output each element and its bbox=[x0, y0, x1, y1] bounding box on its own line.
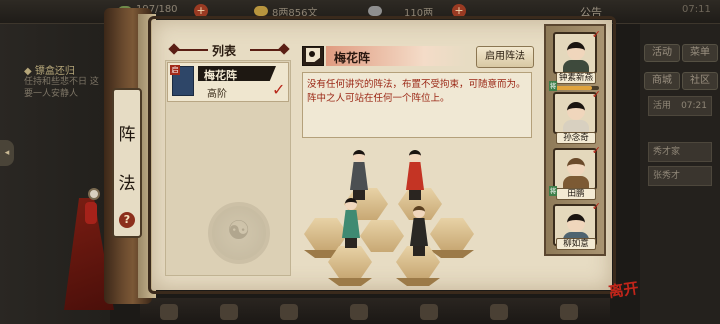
roster-name: 田鹏 bbox=[556, 188, 596, 200]
bottom-icon[interactable] bbox=[280, 304, 298, 320]
menu-button[interactable]: 菜单 bbox=[682, 44, 718, 62]
clock: 07:11 bbox=[682, 4, 711, 15]
formation-name: 梅花阵 bbox=[334, 51, 371, 65]
quest-text: 任持和些悲不日 这要一人安静人 bbox=[24, 77, 99, 99]
shop-button[interactable]: 商城 bbox=[644, 72, 680, 90]
community-button[interactable]: 社区 bbox=[682, 72, 718, 90]
hero-figure[interactable] bbox=[348, 150, 370, 200]
coin-icon bbox=[254, 6, 268, 16]
list-item-grade: 高阶 bbox=[207, 89, 227, 100]
silver-icon bbox=[368, 6, 382, 16]
roster-name: 孙念奇 bbox=[556, 132, 596, 144]
tab-char: 法 bbox=[118, 174, 136, 194]
tab-char: 阵 bbox=[118, 125, 136, 145]
taiji-icon: ☯ bbox=[208, 202, 270, 264]
status-bar-label: 活用 bbox=[653, 101, 672, 111]
formation-book-icon: 启 bbox=[170, 65, 194, 96]
roster-name: 钟素新燕 bbox=[556, 72, 596, 84]
quest-title[interactable]: ◆ 镖盒还归 bbox=[24, 62, 75, 77]
bottom-icon[interactable] bbox=[420, 304, 438, 320]
roster-entry-label: 张秀才 bbox=[653, 171, 681, 181]
checkmark-icon: ✓ bbox=[272, 80, 286, 99]
bottom-icon[interactable] bbox=[160, 304, 178, 320]
activity-button[interactable]: 活动 bbox=[644, 44, 680, 62]
side-expand-icon[interactable]: ◂ bbox=[0, 140, 14, 166]
hero-figure[interactable] bbox=[340, 198, 362, 248]
hero-figure[interactable] bbox=[408, 206, 430, 256]
leave-button[interactable]: 离开 bbox=[606, 279, 645, 320]
hero-figure[interactable] bbox=[404, 150, 426, 200]
status-bar: 活用 07:21 bbox=[648, 96, 712, 116]
side-tag: 将 bbox=[549, 81, 557, 91]
help-icon[interactable]: ? bbox=[119, 212, 135, 228]
roster-entry-label: 秀才家 bbox=[653, 147, 681, 157]
bottom-bar bbox=[140, 298, 610, 324]
tassel-knot bbox=[85, 202, 97, 224]
bottom-icon[interactable] bbox=[560, 304, 578, 320]
side-tag: 将 bbox=[549, 186, 557, 196]
status-bar-time: 07:21 bbox=[681, 101, 707, 111]
roster-entry-2[interactable]: 张秀才 bbox=[648, 166, 712, 186]
active-stamp: 启 bbox=[170, 65, 180, 75]
roster-entry-1[interactable]: 秀才家 bbox=[648, 142, 712, 162]
bottom-icon[interactable] bbox=[490, 304, 508, 320]
list-item-name: 梅花阵 bbox=[204, 69, 237, 82]
jade-ring-decoration bbox=[88, 188, 100, 200]
roster-portrait[interactable]: ✓ bbox=[553, 28, 601, 74]
roster-portrait[interactable]: ✓ bbox=[553, 144, 601, 190]
bottom-icon[interactable] bbox=[220, 304, 238, 320]
enable-formation-button[interactable]: 启用阵法 bbox=[476, 46, 534, 68]
roster-name: 柳如意 bbox=[556, 238, 596, 250]
roster-portrait[interactable]: ✓ bbox=[553, 88, 601, 134]
formation-description: 没有任何讲究的阵法，布置不受拘束，可随意而为。阵中之人可站在任何一个阵位上。 bbox=[307, 79, 526, 104]
list-title: 列表 bbox=[212, 44, 237, 58]
bottom-icon[interactable] bbox=[350, 304, 368, 320]
